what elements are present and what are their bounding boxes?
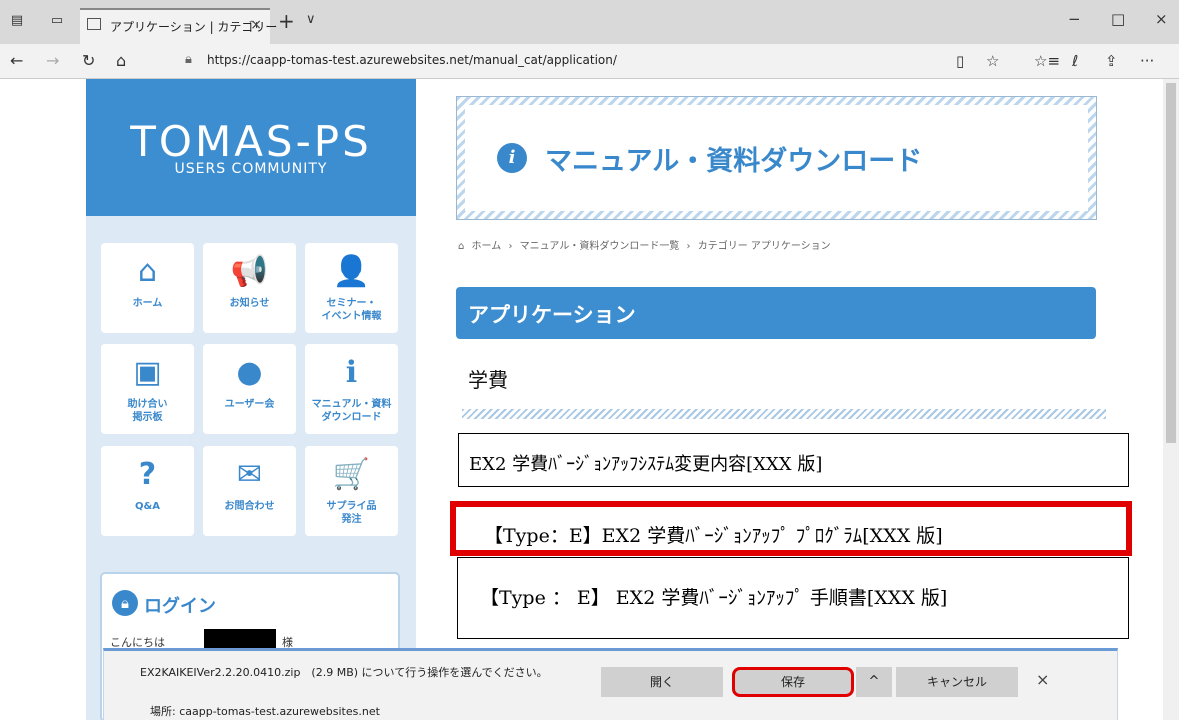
document-link-change-log[interactable]: EX2 学費ﾊﾞｰｼﾞｮﾝｱｯﾌｼｽﾃﾑ変更内容[XXX 版]	[458, 433, 1129, 487]
close-window-button[interactable]: ×	[1155, 10, 1168, 28]
cancel-button[interactable]: キャンセル	[896, 667, 1018, 697]
favorites-list-icon[interactable]: ☆≡	[1034, 52, 1060, 70]
nav-tile-seminar[interactable]: 👤 セミナー・ イベント情報	[305, 243, 398, 333]
favorite-star-icon[interactable]: ☆	[986, 52, 999, 70]
vertical-scrollbar[interactable]	[1163, 79, 1179, 720]
title-bar: ▤ ▭ アプリケーション | カテゴリー × + ∨ − □ ×	[0, 0, 1179, 44]
cart-icon: 🛒	[332, 457, 371, 492]
document-title: 【Type：E】EX2 学費ﾊﾞｰｼﾞｮﾝｱｯﾌﾟ ﾌﾟﾛｸﾞﾗﾑ[XXX 版]	[484, 525, 943, 547]
maximize-button[interactable]: □	[1111, 10, 1125, 28]
nav-tile-contact[interactable]: ✉ お問合わせ	[203, 446, 296, 536]
back-button[interactable]: ←	[10, 51, 23, 70]
board-icon: ▣	[133, 355, 162, 390]
page-title: マニュアル・資料ダウンロード	[545, 146, 923, 177]
nav-tile-label: サプライ品 発注	[326, 501, 377, 525]
open-button[interactable]: 開く	[601, 667, 723, 697]
page-content: TOMAS-PS USERS COMMUNITY ⌂ ホーム 📢 お知らせ 👤 …	[0, 79, 1163, 720]
nav-tile-user-group[interactable]: ● ユーザー会	[203, 344, 296, 434]
group-icon: ●	[236, 355, 263, 390]
url-text: https://caapp-tomas-test.azurewebsites.n…	[207, 53, 617, 67]
breadcrumb-current: カテゴリー アプリケーション	[697, 241, 831, 252]
home-icon[interactable]: ⌂	[458, 241, 464, 252]
nav-tile-news[interactable]: 📢 お知らせ	[203, 243, 296, 333]
tab-menu-chevron-icon[interactable]: ∨	[306, 12, 316, 27]
url-field[interactable]: 🔒︎ https://caapp-tomas-test.azurewebsite…	[185, 49, 945, 73]
home-button[interactable]: ⌂	[116, 51, 126, 70]
breadcrumb-home[interactable]: ホーム	[472, 241, 502, 252]
nav-tile-home[interactable]: ⌂ ホーム	[101, 243, 194, 333]
info-icon: i	[497, 143, 527, 173]
home-icon: ⌂	[137, 254, 158, 289]
new-tab-button[interactable]: +	[278, 9, 295, 33]
scrollbar-thumb[interactable]	[1166, 83, 1176, 443]
banner-inner: i マニュアル・資料ダウンロード	[465, 105, 1088, 211]
reading-view-icon[interactable]: ▯	[956, 52, 964, 70]
logo-title: TOMAS-PS	[130, 117, 372, 166]
section-divider	[462, 409, 1106, 419]
download-message: EX2KAIKEIVer2.2.20.0410.zip (2.9 MB) につい…	[140, 666, 548, 679]
person-icon: 👤	[332, 254, 371, 289]
logo-subtitle: USERS COMMUNITY	[174, 161, 328, 177]
breadcrumb-separator: ›	[508, 241, 513, 252]
tab-preview-icon[interactable]: ▤	[8, 13, 26, 29]
login-title: ログイン	[144, 596, 216, 617]
document-link-procedure[interactable]: 【Type ： E】 EX2 学費ﾊﾞｰｼﾞｮﾝｱｯﾌﾟ 手順書[XXX 版]	[457, 557, 1129, 639]
notes-pen-icon[interactable]: ℓ	[1072, 52, 1078, 70]
mail-icon: ✉	[236, 457, 263, 492]
question-icon: ?	[138, 457, 157, 492]
browser-tab[interactable]: アプリケーション | カテゴリー ×	[80, 8, 277, 44]
breadcrumb-manual-list[interactable]: マニュアル・資料ダウンロード一覧	[520, 241, 680, 252]
nav-tile-label: Q&A	[135, 501, 160, 512]
refresh-button[interactable]: ↻	[82, 51, 95, 70]
breadcrumb-separator: ›	[686, 241, 691, 252]
share-icon[interactable]: ⇪	[1105, 52, 1118, 70]
more-menu-icon[interactable]: ···	[1140, 52, 1154, 70]
site-logo[interactable]: TOMAS-PS USERS COMMUNITY	[86, 79, 416, 216]
nav-tile-label: ホーム	[132, 298, 163, 309]
close-icon[interactable]: ×	[1036, 670, 1049, 689]
nav-tile-board[interactable]: ▣ 助け合い 掲示板	[101, 344, 194, 434]
document-title: 【Type ： E】 EX2 学費ﾊﾞｰｼﾞｮﾝｱｯﾌﾟ 手順書[XXX 版]	[480, 587, 948, 609]
subcategory-title: 学費	[468, 368, 508, 392]
nav-tile-label: お問合わせ	[224, 501, 275, 512]
nav-tile-label: セミナー・ イベント情報	[321, 298, 382, 322]
nav-tile-label: お知らせ	[229, 298, 270, 309]
nav-tile-manual[interactable]: ℹ マニュアル・資料 ダウンロード	[305, 344, 398, 434]
lock-icon: 🔒︎	[112, 590, 138, 616]
nav-tile-label: 助け合い 掲示板	[127, 399, 168, 423]
download-location: 場所: caapp-tomas-test.azurewebsites.net	[150, 705, 380, 718]
document-link-program-highlighted[interactable]: 【Type：E】EX2 学費ﾊﾞｰｼﾞｮﾝｱｯﾌﾟ ﾌﾟﾛｸﾞﾗﾑ[XXX 版]	[450, 501, 1132, 556]
save-options-chevron-icon[interactable]: ^	[856, 667, 892, 697]
megaphone-icon: 📢	[230, 254, 269, 289]
nav-tile-supplies[interactable]: 🛒 サプライ品 発注	[305, 446, 398, 536]
download-notification-bar: EX2KAIKEIVer2.2.20.0410.zip (2.9 MB) につい…	[103, 648, 1118, 720]
forward-button[interactable]: →	[46, 51, 59, 70]
tabs-aside-icon[interactable]: ▭	[48, 13, 66, 29]
address-bar: ← → ↻ ⌂ 🔒︎ https://caapp-tomas-test.azur…	[0, 44, 1179, 79]
sidebar: TOMAS-PS USERS COMMUNITY ⌂ ホーム 📢 お知らせ 👤 …	[86, 79, 416, 720]
nav-tile-label: ユーザー会	[224, 399, 275, 410]
redacted-username	[204, 629, 276, 649]
page-banner: i マニュアル・資料ダウンロード	[456, 96, 1097, 220]
save-button[interactable]: 保存	[732, 667, 854, 697]
info-icon: ℹ	[345, 355, 358, 390]
browser-window: ▤ ▭ アプリケーション | カテゴリー × + ∨ − □ × ← → ↻ ⌂…	[0, 0, 1179, 720]
breadcrumb: ⌂ ホーム › マニュアル・資料ダウンロード一覧 › カテゴリー アプリケーショ…	[458, 237, 835, 252]
nav-tile-qa[interactable]: ? Q&A	[101, 446, 194, 536]
tab-close-icon[interactable]: ×	[250, 17, 262, 33]
category-heading: アプリケーション	[456, 287, 1096, 339]
category-heading-text: アプリケーション	[468, 303, 636, 327]
page-icon	[87, 18, 101, 30]
document-title: EX2 学費ﾊﾞｰｼﾞｮﾝｱｯﾌｼｽﾃﾑ変更内容[XXX 版]	[469, 454, 823, 475]
minimize-button[interactable]: −	[1068, 10, 1081, 28]
nav-tile-label: マニュアル・資料 ダウンロード	[311, 399, 392, 423]
lock-icon: 🔒︎	[185, 52, 192, 67]
